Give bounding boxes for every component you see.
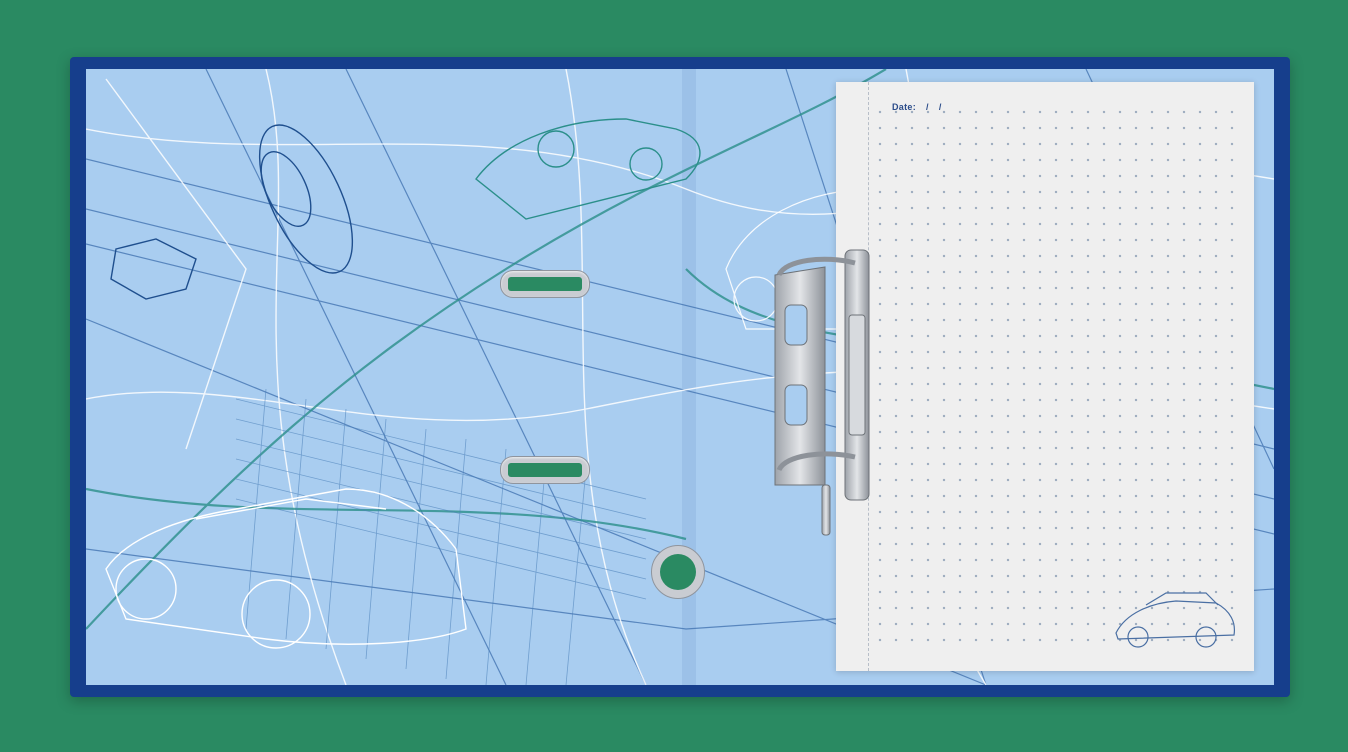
date-field: Date: / /	[892, 102, 942, 112]
finger-hole	[651, 545, 705, 599]
metal-clip-icon	[774, 249, 870, 536]
car-outline-icon	[475, 118, 701, 220]
paper-dot-grid	[872, 104, 1238, 649]
date-separator: /	[926, 102, 929, 112]
date-separator: /	[938, 102, 942, 112]
date-label: Date:	[892, 102, 917, 112]
car-outline-icon	[1115, 592, 1236, 648]
binder-slot-bottom	[500, 456, 590, 484]
binder-slot-top	[500, 270, 590, 298]
car-outline-icon	[105, 488, 467, 649]
dot-grid-paper: Date: / /	[836, 82, 1254, 671]
